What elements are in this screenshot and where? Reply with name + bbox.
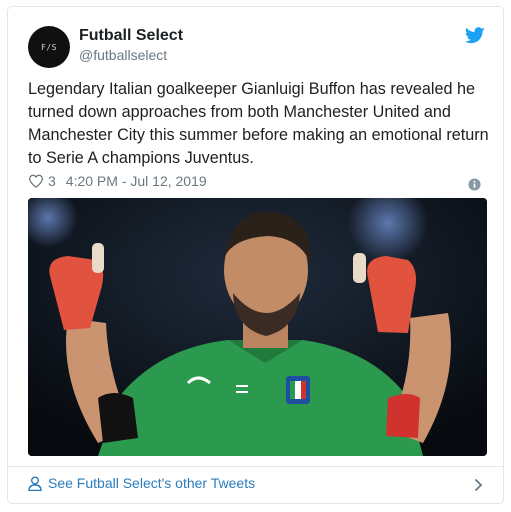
author-handle[interactable]: @futballselect: [79, 47, 167, 63]
avatar-logo-mark: F/S: [41, 42, 57, 52]
tweet-photo[interactable]: [28, 198, 487, 456]
avatar[interactable]: F/S: [28, 26, 70, 68]
footer-divider: [8, 466, 503, 467]
like-count[interactable]: 3: [48, 173, 56, 189]
person-icon: [28, 476, 42, 491]
heart-icon[interactable]: [28, 174, 44, 188]
other-tweets-link[interactable]: See Futball Select's other Tweets: [28, 475, 255, 491]
goalkeeper-photo-illustration: [28, 198, 487, 456]
other-tweets-label[interactable]: See Futball Select's other Tweets: [48, 475, 255, 491]
author-name[interactable]: Futball Select: [79, 27, 183, 45]
chevron-right-icon[interactable]: [474, 478, 483, 492]
tweet-meta: 3 4:20 PM - Jul 12, 2019: [28, 173, 207, 189]
info-icon[interactable]: [468, 178, 481, 191]
tweet-timestamp[interactable]: 4:20 PM - Jul 12, 2019: [66, 173, 207, 189]
twitter-bird-icon[interactable]: [465, 27, 485, 44]
tweet-text: Legendary Italian goalkeeper Gianluigi B…: [28, 80, 489, 167]
embedded-tweet-card: F/S Futball Select @futballselect Legend…: [7, 6, 504, 504]
